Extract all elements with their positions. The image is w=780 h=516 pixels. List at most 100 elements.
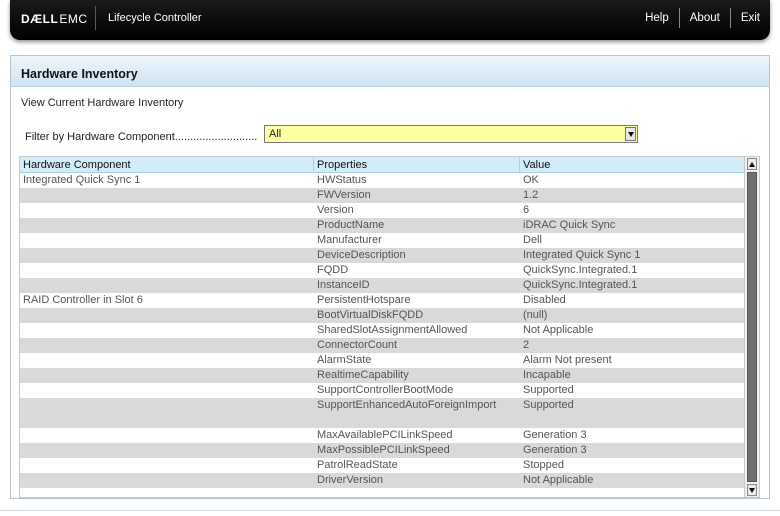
dell-emc-logo: DÆLL EMC [21, 10, 88, 28]
cell-value: Disabled [523, 294, 566, 306]
cell-value: 6 [523, 204, 530, 216]
table-row[interactable]: SupportControllerBootMode Supported [20, 383, 745, 398]
cell-hardware-component [20, 473, 314, 488]
cell-hardware-component [20, 398, 314, 428]
panel-header: Hardware Inventory [11, 56, 769, 87]
cell-hardware-component [20, 383, 314, 398]
table-header-row: Hardware Component Properties Value [20, 157, 745, 173]
cell-property: ProductName [317, 219, 385, 231]
cell-property: MaxPossiblePCILinkSpeed [317, 444, 450, 456]
scroll-down-arrow-icon[interactable] [747, 484, 757, 496]
cell-hardware-component [20, 308, 314, 323]
cell-property: PatrolReadState [317, 459, 398, 471]
cell-value: Not Applicable [523, 474, 594, 486]
table-row[interactable]: ProductName iDRAC Quick Sync [20, 218, 745, 233]
cell-property: RealtimeCapability [317, 369, 409, 381]
table-row[interactable]: MaxAvailablePCILinkSpeed Generation 3 [20, 428, 745, 443]
cell-property: MaxAvailablePCILinkSpeed [317, 429, 453, 441]
help-link[interactable]: Help [635, 12, 679, 24]
table-row[interactable]: Integrated Quick Sync 1 HWStatus OK [20, 173, 745, 188]
table-row[interactable]: DriverVersion Not Applicable [20, 473, 745, 488]
cell-property: SupportControllerBootMode [317, 384, 454, 396]
cell-value: QuickSync.Integrated.1 [523, 264, 638, 276]
table-row[interactable]: SupportEnhancedAutoForeignImport Supporte… [20, 398, 745, 428]
cell-hardware-component [20, 248, 314, 263]
cell-property: ConnectorCount [317, 339, 398, 351]
cell-hardware-component [20, 458, 314, 473]
table-row[interactable]: BootVirtualDiskFQDD (null) [20, 308, 745, 323]
table-row[interactable]: Manufacturer Dell [20, 233, 745, 248]
cell-value: 1.2 [523, 189, 539, 201]
cell-hardware-component [20, 188, 314, 203]
filter-selected-value: All [269, 128, 282, 140]
cell-hardware-component [20, 428, 314, 443]
cell-property: Version [317, 204, 354, 216]
table-row[interactable]: FWVersion 1.2 [20, 188, 745, 203]
cell-value: iDRAC Quick Sync [523, 219, 616, 231]
cell-value: Incapable [523, 369, 571, 381]
logo-emc-text: EMC [59, 12, 88, 26]
cell-hardware-component: Integrated Quick Sync 1 [23, 174, 141, 186]
cell-value: Not Applicable [523, 324, 594, 336]
brand-divider [95, 6, 96, 30]
cell-property: BootVirtualDiskFQDD [317, 309, 424, 321]
cell-value: Generation 3 [523, 429, 587, 441]
cell-value: 2 [523, 339, 530, 351]
cell-value: Integrated Quick Sync 1 [523, 249, 641, 261]
cell-hardware-component [20, 233, 314, 248]
filter-label: Filter by Hardware Component............… [25, 131, 258, 143]
scrollbar-thumb[interactable] [747, 172, 757, 482]
table-row[interactable]: ConnectorCount 2 [20, 338, 745, 353]
about-link[interactable]: About [680, 12, 730, 24]
table-row[interactable]: Version 6 [20, 203, 745, 218]
table-row[interactable]: InstanceID QuickSync.Integrated.1 [20, 278, 745, 293]
inventory-table: Hardware Component Properties Value Inte… [19, 156, 760, 498]
cell-hardware-component: RAID Controller in Slot 6 [23, 294, 143, 306]
table-row[interactable]: RAID Controller in Slot 6 PersistentHotsp… [20, 293, 745, 308]
cell-value: (null) [523, 309, 548, 321]
top-navigation-bar: DÆLL EMC Lifecycle Controller Help About… [10, 0, 770, 40]
cell-property: DeviceDescription [317, 249, 406, 261]
table-row[interactable]: SharedSlotAssignmentAllowed Not Applicabl… [20, 323, 745, 338]
cell-hardware-component [20, 278, 314, 293]
table-row[interactable]: FQDD QuickSync.Integrated.1 [20, 263, 745, 278]
exit-link[interactable]: Exit [731, 12, 770, 24]
cell-property: FQDD [317, 264, 349, 276]
table-row[interactable]: RealtimeCapability Incapable [20, 368, 745, 383]
cell-hardware-component [20, 218, 314, 233]
cell-value: Generation 3 [523, 444, 587, 456]
cell-property: AlarmState [317, 354, 372, 366]
cell-property: InstanceID [317, 279, 370, 291]
cell-property: FWVersion [317, 189, 371, 201]
table-row[interactable]: AlarmState Alarm Not present [20, 353, 745, 368]
cell-value: OK [523, 174, 539, 186]
column-header-hardware-component[interactable]: Hardware Component [20, 157, 314, 173]
cell-hardware-component [20, 353, 314, 368]
column-header-value[interactable]: Value [520, 157, 745, 173]
cell-value: QuickSync.Integrated.1 [523, 279, 638, 291]
table-row[interactable]: PatrolReadState Stopped [20, 458, 745, 473]
scroll-up-arrow-icon[interactable] [747, 158, 757, 170]
dropdown-arrow-icon[interactable] [625, 127, 636, 141]
hardware-inventory-panel: Hardware Inventory View Current Hardware… [10, 55, 770, 499]
cell-hardware-component [20, 338, 314, 353]
hardware-component-filter-select[interactable]: All [264, 125, 638, 143]
page-subtitle: View Current Hardware Inventory [21, 97, 184, 109]
cell-property: PersistentHotspare [317, 294, 411, 306]
table-row[interactable]: DeviceDescription Integrated Quick Sync 1 [20, 248, 745, 263]
cell-value: Supported [523, 384, 574, 396]
cell-value: Alarm Not present [523, 354, 612, 366]
cell-value: Supported [523, 399, 574, 411]
table-body: Integrated Quick Sync 1 HWStatus OK FWVersi… [20, 173, 745, 488]
table-row[interactable]: MaxPossiblePCILinkSpeed Generation 3 [20, 443, 745, 458]
bottom-divider [0, 510, 780, 511]
page-title: Hardware Inventory [21, 67, 138, 81]
cell-hardware-component [20, 368, 314, 383]
cell-hardware-component [20, 443, 314, 458]
cell-hardware-component [20, 323, 314, 338]
table-scrollbar[interactable] [744, 157, 759, 497]
cell-property: HWStatus [317, 174, 367, 186]
logo-dell-text: DÆLL [21, 12, 59, 26]
column-header-properties[interactable]: Properties [314, 157, 520, 173]
product-name: Lifecycle Controller [108, 12, 202, 24]
